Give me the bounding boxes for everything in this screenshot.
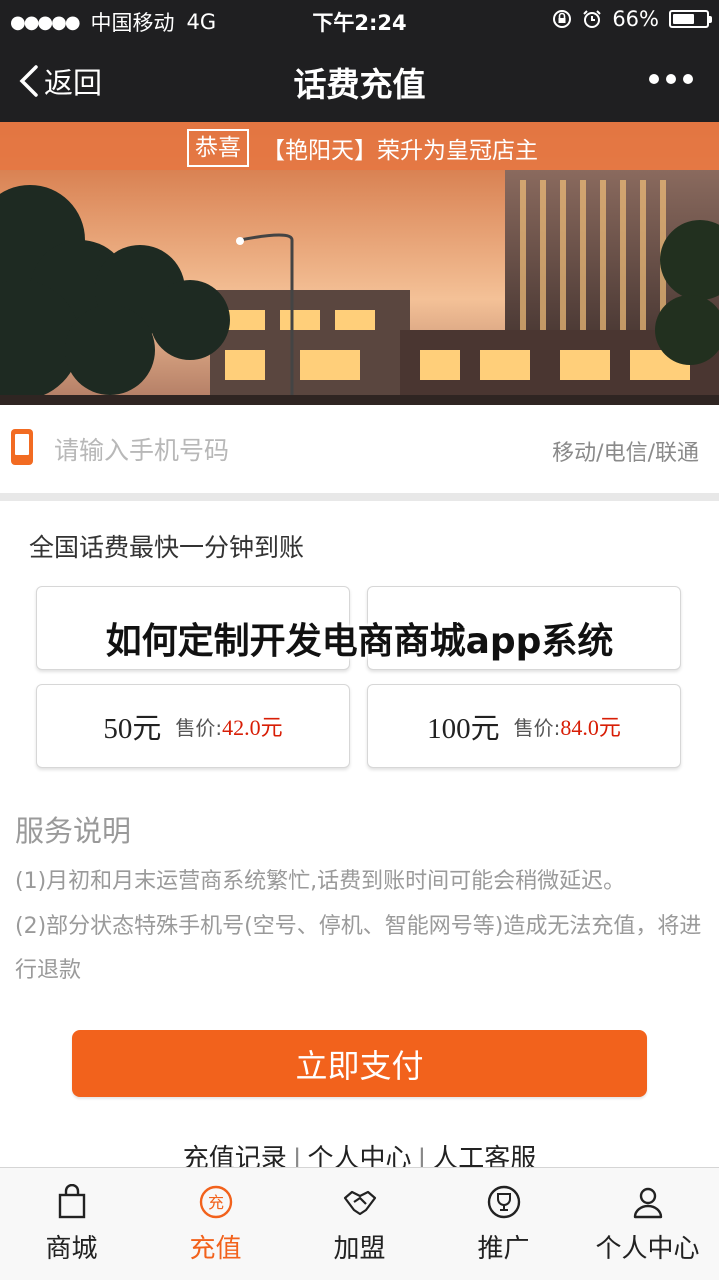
service-title: 服务说明 — [15, 814, 132, 848]
option-amount: 100元 — [427, 713, 500, 745]
trophy-icon — [487, 1185, 520, 1219]
rotation-lock-icon — [553, 10, 572, 28]
tab-profile[interactable]: 个人中心 — [576, 1168, 719, 1281]
price-prefix: 售价: — [175, 716, 223, 740]
tab-label: 加盟 — [333, 1234, 386, 1264]
svg-text:充: 充 — [207, 1193, 223, 1212]
banner-image — [0, 170, 719, 405]
battery-percent: 66% — [612, 7, 659, 31]
status-bar: ●●●●● 中国移动 4G 下午2:24 66% — [0, 0, 719, 40]
tab-label: 个人中心 — [595, 1234, 700, 1264]
price-value: 42.0元 — [222, 715, 283, 740]
recharge-option-100[interactable]: 100元 售价:84.0元 — [367, 684, 681, 768]
notice-text: 【艳阳天】荣升为皇冠店主 — [262, 138, 538, 164]
price-value: 84.0元 — [560, 715, 621, 740]
option-price: 售价:42.0元 — [175, 710, 282, 742]
recharge-icon: 充 — [199, 1185, 232, 1219]
service-note-1: (1)月初和月末运营商系统繁忙,话费到账时间可能会稍微延迟。 — [15, 869, 626, 894]
notice-tag: 恭喜 — [187, 129, 249, 167]
battery-icon — [669, 10, 712, 28]
shopping-bag-icon — [58, 1184, 85, 1219]
tab-label: 充值 — [189, 1234, 242, 1264]
page-title: 话费充值 — [293, 65, 426, 104]
nav-bar: 返回 话费充值 — [0, 40, 719, 122]
phone-number-input[interactable] — [52, 429, 456, 471]
tab-bar: 商城 充 充值 加盟 推广 个人中心 — [0, 1167, 719, 1280]
recharge-option-50[interactable]: 50元 售价:42.0元 — [36, 684, 350, 768]
carrier-hint: 移动/电信/联通 — [552, 441, 699, 466]
user-icon — [633, 1187, 662, 1219]
tab-label: 商城 — [45, 1234, 98, 1264]
more-menu-icon[interactable] — [649, 74, 693, 84]
section-divider — [0, 493, 719, 501]
tab-mall[interactable]: 商城 — [0, 1168, 143, 1281]
price-prefix: 售价: — [513, 716, 561, 740]
tab-promote[interactable]: 推广 — [432, 1168, 575, 1281]
option-amount: 50元 — [103, 713, 162, 745]
promo-banner[interactable]: 恭喜 【艳阳天】荣升为皇冠店主 — [0, 122, 719, 405]
overlay-watermark-title: 如何定制开发电商商城app系统 — [105, 621, 614, 662]
recharge-subtitle: 全国话费最快一分钟到账 — [29, 533, 305, 562]
tab-recharge[interactable]: 充 充值 — [144, 1168, 287, 1281]
service-note-2: (2)部分状态特殊手机号(空号、停机、智能网号等)造成无法充值，将进行退款 — [15, 914, 702, 983]
phone-icon — [11, 429, 33, 465]
notice-bar: 恭喜 【艳阳天】荣升为皇冠店主 — [0, 122, 719, 170]
tab-join[interactable]: 加盟 — [288, 1168, 431, 1281]
pay-now-button[interactable]: 立即支付 — [72, 1030, 647, 1097]
phone-input-row: 移动/电信/联通 — [0, 405, 719, 493]
alarm-icon — [583, 10, 602, 28]
tab-label: 推广 — [477, 1234, 530, 1264]
option-price: 售价:84.0元 — [514, 710, 621, 742]
handshake-icon — [343, 1190, 376, 1216]
